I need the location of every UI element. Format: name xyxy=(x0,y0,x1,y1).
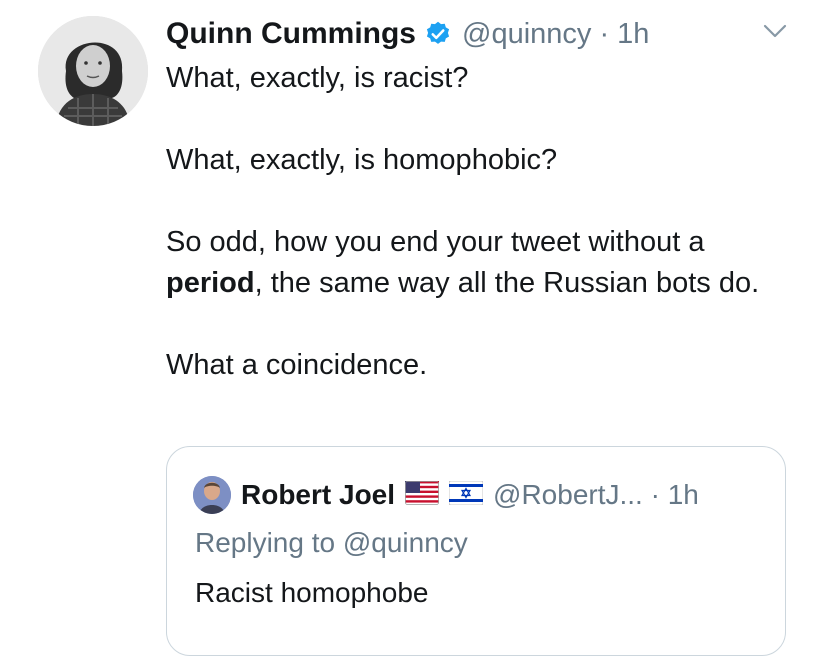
tweet-line: What, exactly, is homophobic? xyxy=(166,144,558,176)
us-flag-icon xyxy=(405,480,440,510)
verified-badge-icon xyxy=(424,20,452,48)
tweet-line: So odd, how you end your tweet without a xyxy=(166,226,705,258)
tweet-header: Quinn Cummings @quinncy · 1h xyxy=(166,14,788,54)
tweet-punct: , xyxy=(254,267,263,299)
author-handle-time[interactable]: @quinncy · 1h xyxy=(462,18,649,51)
author-avatar[interactable] xyxy=(38,16,148,126)
quoted-author-name[interactable]: Robert Joel xyxy=(241,479,395,511)
tweet-line: What, exactly, is racist? xyxy=(166,62,469,94)
quoted-tweet-card[interactable]: Robert Joel @RobertJ... · 1h Replying to… xyxy=(166,446,786,656)
tweet-line: the same way all the Russian bots do. xyxy=(270,267,760,299)
author-name[interactable]: Quinn Cummings xyxy=(166,17,416,51)
tweet-text: What, exactly, is racist? What, exactly,… xyxy=(166,58,796,386)
tweet-paragraph: So odd, how you end your tweet without a… xyxy=(166,222,796,304)
quoted-text: Racist homophobe xyxy=(195,577,429,608)
quoted-avatar[interactable] xyxy=(193,476,231,514)
quoted-handle-time[interactable]: @RobertJ... · 1h xyxy=(493,479,699,511)
tweet-line: What a coincidence. xyxy=(166,349,428,381)
tweet-bold-word: period xyxy=(166,267,255,299)
replying-to-text[interactable]: Replying to @quinncy xyxy=(195,527,468,559)
chevron-down-icon[interactable] xyxy=(762,18,788,44)
quoted-header: Robert Joel @RobertJ... · 1h xyxy=(193,475,699,515)
israel-flag-icon xyxy=(448,480,484,510)
